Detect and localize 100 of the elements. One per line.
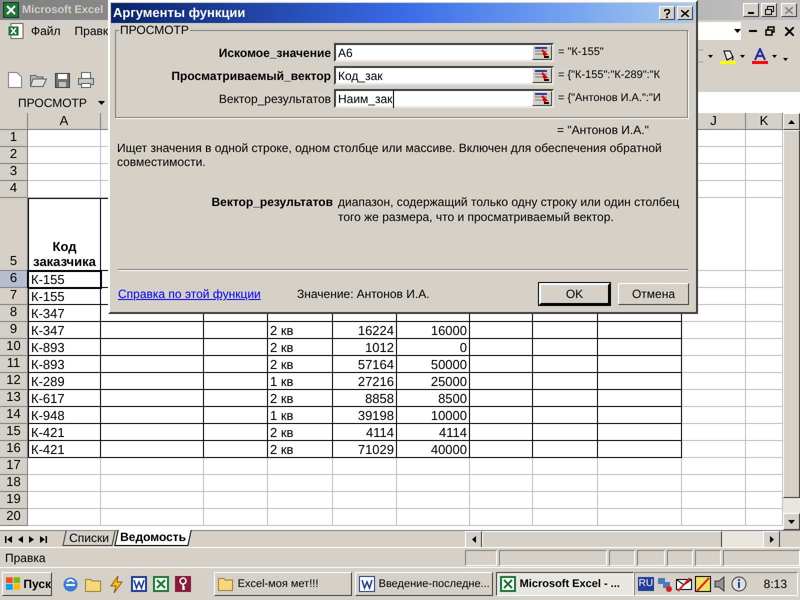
table-cell[interactable]	[470, 373, 533, 390]
table-cell[interactable]: 71029	[333, 441, 397, 458]
row-header[interactable]: 12	[0, 373, 28, 390]
table-cell[interactable]	[204, 424, 268, 441]
workbook-icon[interactable]	[8, 23, 24, 39]
table-cell[interactable]	[470, 424, 533, 441]
vertical-scrollbar[interactable]	[783, 113, 800, 530]
row-header[interactable]: 3	[0, 164, 28, 181]
table-cell[interactable]: К-289	[28, 373, 101, 390]
save-icon[interactable]	[55, 72, 70, 88]
table-cell[interactable]	[101, 356, 204, 373]
restore-button[interactable]	[761, 3, 777, 17]
table-cell[interactable]: 50000	[397, 356, 470, 373]
table-cell[interactable]	[204, 322, 268, 339]
new-document-icon[interactable]	[8, 72, 22, 88]
menu-item[interactable]: Правк	[74, 22, 108, 40]
row-header[interactable]: 1	[0, 130, 28, 147]
horizontal-scrollbar[interactable]	[465, 530, 780, 548]
taskbar-button[interactable]: Microsoft Excel - ...	[496, 572, 634, 596]
toolbar-options-icon[interactable]	[783, 58, 788, 60]
menu-item[interactable]: Файл	[31, 22, 61, 40]
table-cell[interactable]: К-893	[28, 339, 101, 356]
table-cell[interactable]	[533, 339, 598, 356]
table-cell[interactable]	[101, 322, 204, 339]
select-all-button[interactable]	[0, 113, 28, 130]
row-header[interactable]: 15	[0, 424, 28, 441]
table-cell[interactable]: К-155	[28, 271, 101, 288]
table-cell[interactable]	[533, 407, 598, 424]
cancel-button[interactable]: Отмена	[618, 283, 689, 305]
row-header[interactable]: 7	[0, 288, 28, 305]
table-cell[interactable]	[598, 373, 682, 390]
printer-icon[interactable]	[78, 72, 94, 88]
table-cell[interactable]: К-893	[28, 356, 101, 373]
table-cell[interactable]	[598, 407, 682, 424]
row-header[interactable]: 11	[0, 356, 28, 373]
taskbar-button[interactable]: Введение-последне...	[354, 572, 493, 596]
argument-field[interactable]: Код_зак	[334, 66, 554, 85]
table-cell[interactable]	[533, 356, 598, 373]
table-cell[interactable]	[598, 356, 682, 373]
table-cell[interactable]	[101, 407, 204, 424]
row-header[interactable]: 20	[0, 509, 28, 526]
minimize-icon[interactable]	[749, 30, 757, 32]
table-cell[interactable]: К-347	[28, 305, 101, 322]
table-cell[interactable]: 8500	[397, 390, 470, 407]
table-cell[interactable]: 10000	[397, 407, 470, 424]
table-cell[interactable]: 39198	[333, 407, 397, 424]
table-cell[interactable]: 25000	[397, 373, 470, 390]
row-header[interactable]: 4	[0, 181, 28, 198]
column-header[interactable]: K	[746, 113, 783, 130]
minimize-button[interactable]	[743, 3, 759, 17]
table-cell[interactable]	[101, 424, 204, 441]
table-cell[interactable]: К-421	[28, 441, 101, 458]
font-color-icon[interactable]	[752, 48, 768, 64]
table-cell[interactable]: 2 кв	[268, 339, 333, 356]
fill-color-icon[interactable]	[720, 48, 736, 64]
range-select-icon[interactable]	[532, 91, 552, 106]
range-select-icon[interactable]	[532, 68, 552, 83]
table-cell[interactable]: К-347	[28, 322, 101, 339]
folder-icon[interactable]	[30, 73, 47, 87]
table-cell[interactable]	[101, 339, 204, 356]
table-cell[interactable]: К-155	[28, 288, 101, 305]
table-cell[interactable]	[470, 390, 533, 407]
last-sheet-icon[interactable]	[40, 536, 47, 542]
first-sheet-icon[interactable]	[5, 536, 12, 542]
table-cell[interactable]: 16224	[333, 322, 397, 339]
lightning-icon[interactable]	[108, 576, 125, 592]
close-icon[interactable]	[785, 26, 794, 36]
table-cell[interactable]	[533, 390, 598, 407]
table-cell[interactable]	[533, 441, 598, 458]
table-cell[interactable]	[533, 373, 598, 390]
help-link[interactable]: Справка по этой функции	[118, 285, 297, 303]
table-cell[interactable]: К-421	[28, 424, 101, 441]
table-cell[interactable]: 2 кв	[268, 356, 333, 373]
table-cell[interactable]: 27216	[333, 373, 397, 390]
connection-icon[interactable]	[695, 576, 712, 592]
info-icon[interactable]	[731, 576, 748, 592]
table-cell[interactable]: 2 кв	[268, 424, 333, 441]
table-cell[interactable]	[598, 322, 682, 339]
table-cell[interactable]	[204, 356, 268, 373]
close-button[interactable]	[677, 6, 693, 20]
row-header[interactable]: 13	[0, 390, 28, 407]
row-header[interactable]: 6	[0, 271, 28, 288]
caret-icon[interactable]	[740, 54, 745, 58]
caret-icon[interactable]	[772, 54, 777, 58]
row-header[interactable]: 17	[0, 458, 28, 475]
caret-icon[interactable]	[708, 54, 713, 58]
table-cell[interactable]	[204, 441, 268, 458]
table-cell[interactable]	[470, 339, 533, 356]
spreadsheet-app-icon[interactable]	[153, 576, 169, 592]
table-cell[interactable]	[470, 322, 533, 339]
taskbar-button[interactable]: Excel-моя мет!!!	[214, 572, 352, 596]
range-select-icon[interactable]	[532, 45, 552, 60]
table-cell[interactable]	[101, 373, 204, 390]
table-cell[interactable]	[204, 390, 268, 407]
table-cell[interactable]	[470, 407, 533, 424]
table-cell[interactable]	[533, 424, 598, 441]
table-cell[interactable]	[598, 424, 682, 441]
table-cell[interactable]: Код заказчика	[28, 198, 101, 271]
table-cell[interactable]	[533, 322, 598, 339]
table-cell[interactable]: К-617	[28, 390, 101, 407]
